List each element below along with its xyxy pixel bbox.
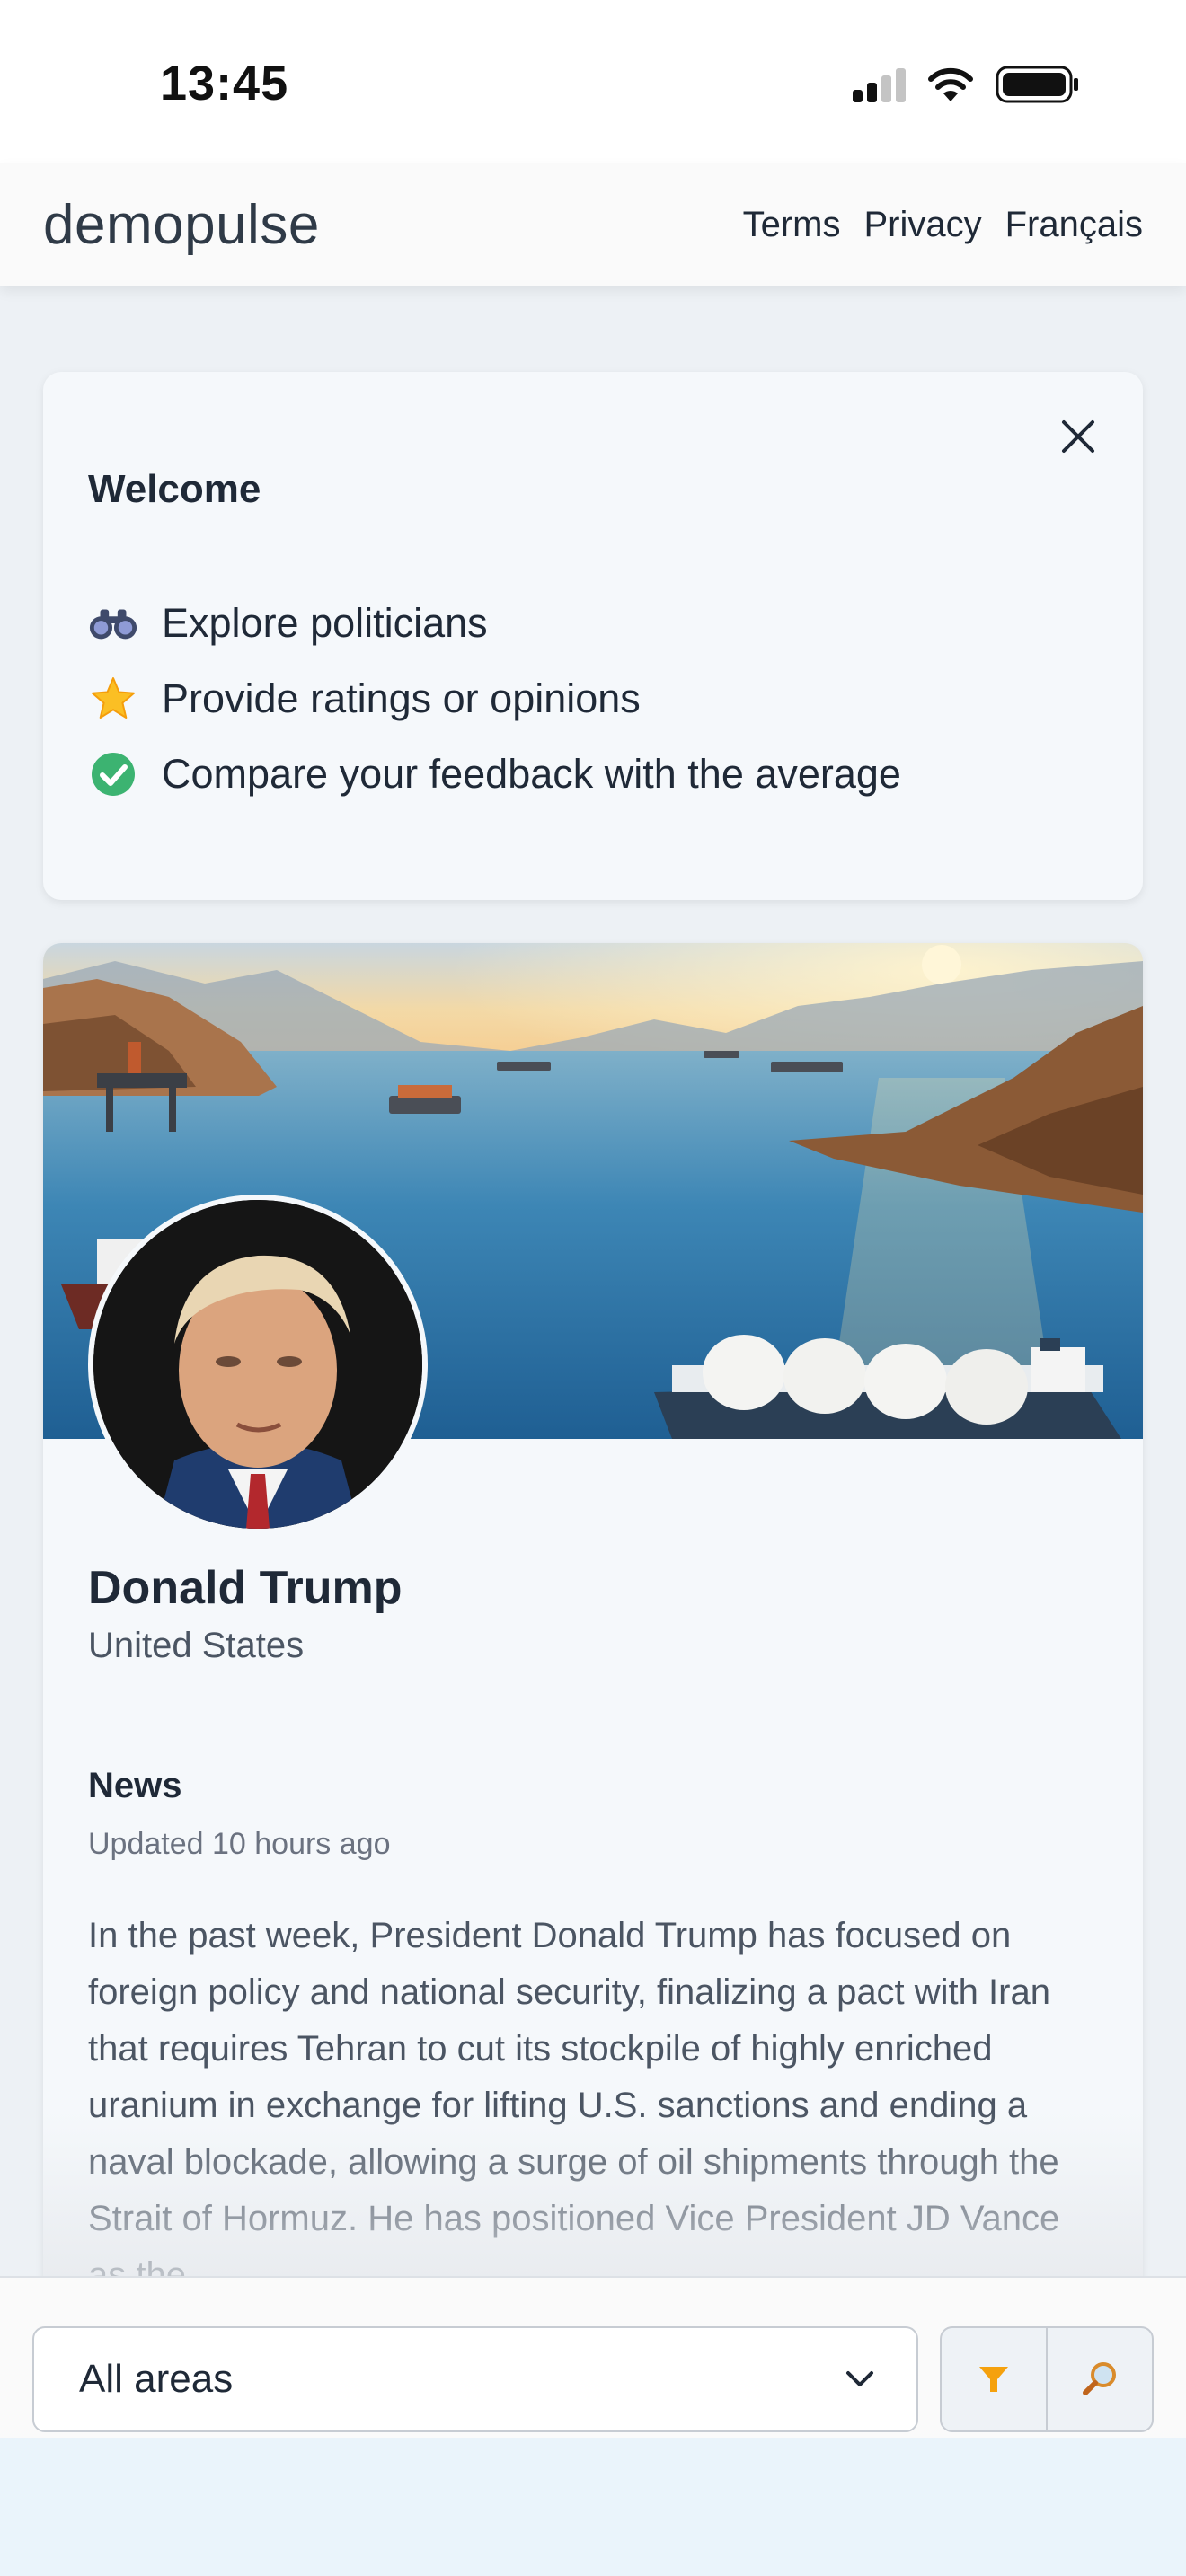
nav-links: Terms Privacy Français	[743, 205, 1143, 245]
status-icons	[853, 65, 1080, 104]
status-time: 13:45	[160, 57, 289, 110]
cellular-signal-icon	[853, 66, 906, 102]
bottom-filter-bar: All areas	[0, 2276, 1186, 2438]
welcome-item-rate: Provide ratings or opinions	[88, 661, 901, 737]
binoculars-icon	[88, 598, 138, 648]
star-icon	[88, 674, 138, 724]
status-bar: 13:45	[0, 0, 1186, 163]
filter-button[interactable]	[942, 2328, 1046, 2430]
filter-icon	[979, 2367, 1008, 2392]
nav-link-privacy[interactable]: Privacy	[863, 205, 981, 245]
brand-logo[interactable]: demopulse	[43, 193, 320, 257]
news-heading: News	[88, 1766, 182, 1805]
welcome-title: Welcome	[88, 467, 261, 511]
battery-icon	[996, 65, 1080, 104]
politician-country: United States	[88, 1626, 305, 1665]
nav-link-terms[interactable]: Terms	[743, 205, 841, 245]
nav-link-language[interactable]: Français	[1005, 205, 1143, 245]
search-button[interactable]	[1046, 2328, 1152, 2430]
wifi-icon	[925, 66, 976, 103]
politician-name: Donald Trump	[88, 1562, 403, 1614]
search-icon	[1083, 2362, 1116, 2395]
politician-card[interactable]: Donald Trump United States News Updated …	[43, 943, 1143, 2398]
politician-portrait	[88, 1195, 428, 1534]
check-circle-icon	[88, 749, 138, 799]
welcome-item-explore: Explore politicians	[88, 586, 901, 661]
welcome-item-label: Compare your feedback with the average	[162, 751, 901, 797]
filter-search-group	[940, 2326, 1154, 2432]
close-icon[interactable]	[1053, 411, 1103, 462]
welcome-item-compare: Compare your feedback with the average	[88, 737, 901, 812]
page-bottom-area	[0, 2438, 1186, 2576]
welcome-card: Welcome Explore politicians Provide rati…	[43, 372, 1143, 900]
area-select[interactable]: All areas	[32, 2326, 918, 2432]
chevron-down-icon	[846, 2371, 873, 2386]
news-updated-time: Updated 10 hours ago	[88, 1827, 391, 1861]
welcome-item-label: Provide ratings or opinions	[162, 675, 641, 721]
welcome-list: Explore politicians Provide ratings or o…	[88, 586, 901, 812]
welcome-item-label: Explore politicians	[162, 600, 488, 646]
area-select-value: All areas	[79, 2357, 234, 2401]
top-navbar: demopulse Terms Privacy Français	[0, 163, 1186, 286]
